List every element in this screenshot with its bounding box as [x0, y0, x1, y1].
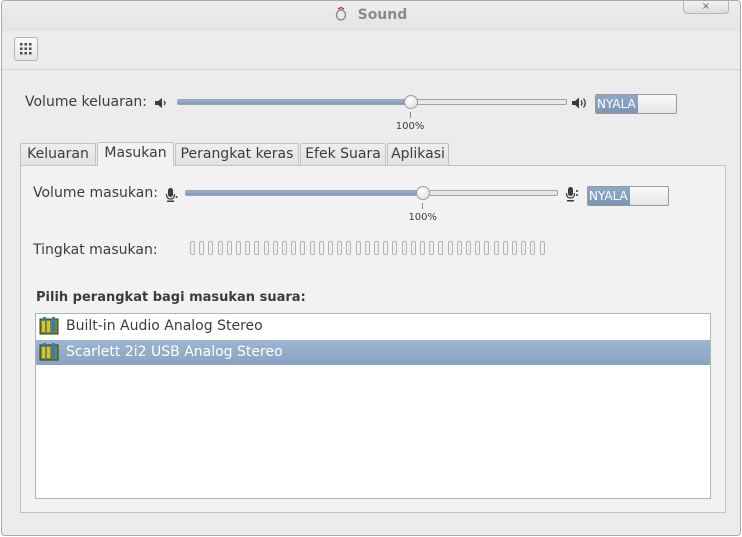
level-segment: [429, 241, 435, 255]
speaker-low-icon: [155, 98, 166, 108]
audio-card-icon: [39, 317, 59, 335]
level-segment: [291, 241, 297, 255]
microphone-low-icon: [165, 188, 178, 202]
input-mute-switch[interactable]: NYALA: [587, 186, 669, 206]
level-segment: [512, 241, 517, 255]
level-segment: [236, 241, 241, 255]
level-segment: [383, 241, 389, 255]
window-title: Sound: [357, 7, 408, 23]
level-segment: [521, 241, 527, 255]
speaker-high-icon: [572, 97, 586, 109]
level-segment: [438, 241, 444, 255]
level-segment: [272, 241, 278, 255]
level-segment: [346, 241, 352, 255]
level-segment: [208, 241, 214, 255]
list-item-selected[interactable]: Scarlett 2i2 USB Analog Stereo: [36, 340, 710, 365]
level-segment: [217, 241, 223, 255]
audio-card-icon: [39, 343, 59, 361]
tab-perangkat-keras[interactable]: Perangkat keras: [175, 143, 299, 165]
input-level-label: Tingkat masukan:: [33, 242, 158, 258]
level-segment: [493, 241, 499, 255]
level-segment: [420, 241, 425, 255]
input-100-label: 100%: [408, 212, 438, 223]
level-segment: [282, 241, 287, 255]
level-segment: [530, 241, 536, 255]
close-button[interactable]: ×: [683, 1, 729, 14]
tab-aplikasi[interactable]: Aplikasi: [387, 143, 449, 165]
output-volume-fill: [178, 100, 411, 104]
tab-keluaran[interactable]: Keluaran: [20, 143, 96, 165]
level-segment: [410, 241, 416, 255]
input-device-list[interactable]: Built-in Audio Analog Stereo Scarlett 2i…: [35, 313, 711, 499]
level-segment: [401, 241, 407, 255]
output-volume-label: Volume keluaran:: [25, 94, 148, 110]
level-segment: [254, 241, 260, 255]
level-segment: [364, 241, 370, 255]
title-bar[interactable]: Sound ×: [2, 1, 740, 31]
microphone-app-icon: [335, 7, 346, 21]
output-100-label: 100%: [395, 121, 425, 132]
level-segment: [318, 241, 324, 255]
level-segment: [447, 241, 453, 255]
level-segment: [456, 241, 462, 255]
level-segment: [374, 241, 379, 255]
level-segment: [337, 241, 343, 255]
level-segment: [245, 241, 251, 255]
level-segment: [466, 241, 471, 255]
output-switch-on-label: NYALA: [596, 95, 638, 113]
sound-window: Sound × Volume keluaran: 100% NYALA Kelu…: [1, 0, 741, 536]
input-volume-fill: [186, 191, 424, 195]
level-segment: [355, 241, 361, 255]
level-segment: [190, 241, 195, 255]
level-segment: [328, 241, 333, 255]
level-segment: [263, 241, 269, 255]
tab-masukan[interactable]: Masukan: [97, 142, 174, 166]
grid-icon: [20, 43, 32, 55]
devices-heading: Pilih perangkat bagi masukan suara:: [36, 290, 306, 305]
level-segment: [484, 241, 490, 255]
tab-efek-suara[interactable]: Efek Suara: [300, 143, 386, 165]
level-segment: [502, 241, 508, 255]
level-segment: [309, 241, 315, 255]
output-volume-slider[interactable]: [177, 99, 567, 105]
input-volume-label: Volume masukan:: [33, 185, 158, 201]
level-segment: [539, 241, 545, 255]
level-segment: [226, 241, 232, 255]
microphone-high-icon: [565, 187, 578, 202]
input-volume-slider[interactable]: [185, 190, 558, 196]
toolbar: [2, 31, 740, 70]
list-item[interactable]: Built-in Audio Analog Stereo: [36, 314, 710, 339]
all-settings-button[interactable]: [14, 37, 38, 61]
window-title-wrap: Sound: [2, 7, 740, 23]
level-segment: [392, 241, 398, 255]
output-volume-knob[interactable]: [403, 95, 418, 109]
output-mute-switch[interactable]: NYALA: [595, 94, 677, 114]
input-switch-on-label: NYALA: [588, 187, 630, 205]
level-segment: [199, 241, 205, 255]
level-segment: [475, 241, 481, 255]
level-segment: [300, 241, 306, 255]
input-100-tick: [422, 203, 424, 209]
device-name: Scarlett 2i2 USB Analog Stereo: [66, 344, 283, 360]
device-name: Built-in Audio Analog Stereo: [66, 318, 263, 334]
output-100-tick: [409, 112, 411, 118]
